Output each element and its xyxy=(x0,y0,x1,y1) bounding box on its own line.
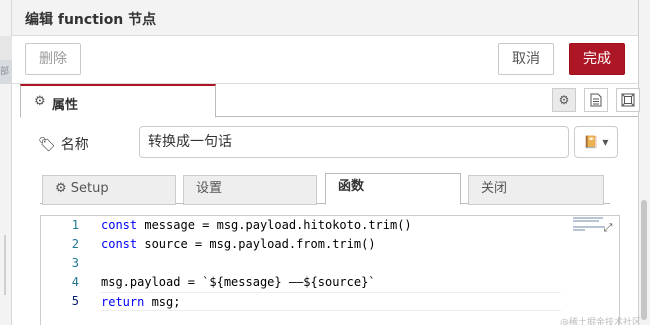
code-text: source = msg.payload.from.trim() xyxy=(137,237,376,251)
line-number: 1 xyxy=(71,218,79,232)
appearance-icon xyxy=(621,93,635,107)
tab-setup-label: Setup xyxy=(70,181,109,196)
gear-icon: ⚙ xyxy=(558,93,570,107)
line-number: 2 xyxy=(71,237,79,251)
code-keyword: const xyxy=(101,218,138,232)
node-properties-button[interactable]: ⚙ xyxy=(552,88,576,112)
line-number: 3 xyxy=(71,256,79,270)
code-text: msg; xyxy=(144,295,181,309)
line-number: 4 xyxy=(71,275,79,289)
code-keyword: return xyxy=(101,295,145,309)
name-input[interactable]: 转换成一句话 xyxy=(139,126,569,158)
tab-on-start-label: 设置 xyxy=(196,181,223,196)
gear-icon: ⚙ xyxy=(55,181,67,196)
tab-on-stop-label: 关闭 xyxy=(481,181,508,196)
tag-icon: 🏷 xyxy=(38,137,56,153)
code-keyword: const xyxy=(101,237,138,251)
background-strip-line xyxy=(4,235,6,295)
caret-down-icon: ▾ xyxy=(602,135,609,149)
book-icon: 📔 xyxy=(583,135,599,149)
code-line[interactable]: const message = msg.payload.hitokoto.tri… xyxy=(101,216,561,235)
tab-setup[interactable]: ⚙ Setup xyxy=(42,175,176,205)
code-area[interactable]: const message = msg.payload.hitokoto.tri… xyxy=(101,216,561,311)
description-icon xyxy=(590,93,602,107)
name-options-dropdown[interactable]: 📔 ▾ xyxy=(574,126,618,158)
name-label-text: 名称 xyxy=(60,137,89,153)
node-appearance-button[interactable] xyxy=(616,88,640,112)
code-text: msg.payload = `${message} ——${source}` xyxy=(101,275,376,289)
name-label: 🏷 名称 xyxy=(38,134,89,154)
background-strip-node: 部 xyxy=(0,60,12,84)
delete-button[interactable]: 删除 xyxy=(25,43,81,75)
tray-title: 编辑 function 节点 xyxy=(25,12,157,28)
tray-header: 编辑 function 节点 xyxy=(12,0,638,36)
node-description-button[interactable] xyxy=(584,88,608,112)
tab-properties-label: 属性 xyxy=(52,98,79,113)
expand-editor-icon[interactable]: ⤢ xyxy=(600,220,616,236)
tab-properties[interactable]: ⚙ 属性 xyxy=(20,84,216,118)
tab-function-label: 函数 xyxy=(338,179,365,194)
tab-on-start[interactable]: 设置 xyxy=(183,175,317,205)
code-line[interactable] xyxy=(101,254,561,273)
done-button[interactable]: 完成 xyxy=(569,43,625,75)
watermark: @稀土掘金技术社区 xyxy=(560,318,642,325)
cancel-button[interactable]: 取消 xyxy=(498,43,554,75)
right-scrollbar-thumb[interactable] xyxy=(641,200,647,320)
strip-label: 部 xyxy=(0,67,10,77)
tab-on-stop[interactable]: 关闭 xyxy=(468,175,604,205)
code-line[interactable]: msg.payload = `${message} ——${source}` xyxy=(101,273,561,292)
tab-function[interactable]: 函数 xyxy=(325,173,461,205)
edit-tray: 编辑 function 节点 删除 取消 完成 ⚙ 属性 ⚙ 🏷 名称 转换成一… xyxy=(12,0,640,325)
line-number: 5 xyxy=(71,294,79,308)
gear-icon: ⚙ xyxy=(34,94,46,109)
background-strip-row xyxy=(0,36,12,60)
code-line[interactable]: const source = msg.payload.from.trim() xyxy=(101,235,561,254)
code-line-current[interactable]: return msg; xyxy=(101,292,561,311)
code-editor[interactable]: 1 2 3 4 5 const message = msg.payload.hi… xyxy=(40,215,620,325)
function-tab-bar: ⚙ Setup 设置 函数 关闭 xyxy=(40,173,610,205)
line-number-gutter: 1 2 3 4 5 xyxy=(41,216,91,325)
code-text: message = msg.payload.hitokoto.trim() xyxy=(137,218,412,232)
tray-toolbar: 删除 取消 完成 xyxy=(12,36,638,84)
properties-tab-bar: ⚙ 属性 ⚙ xyxy=(20,84,640,118)
